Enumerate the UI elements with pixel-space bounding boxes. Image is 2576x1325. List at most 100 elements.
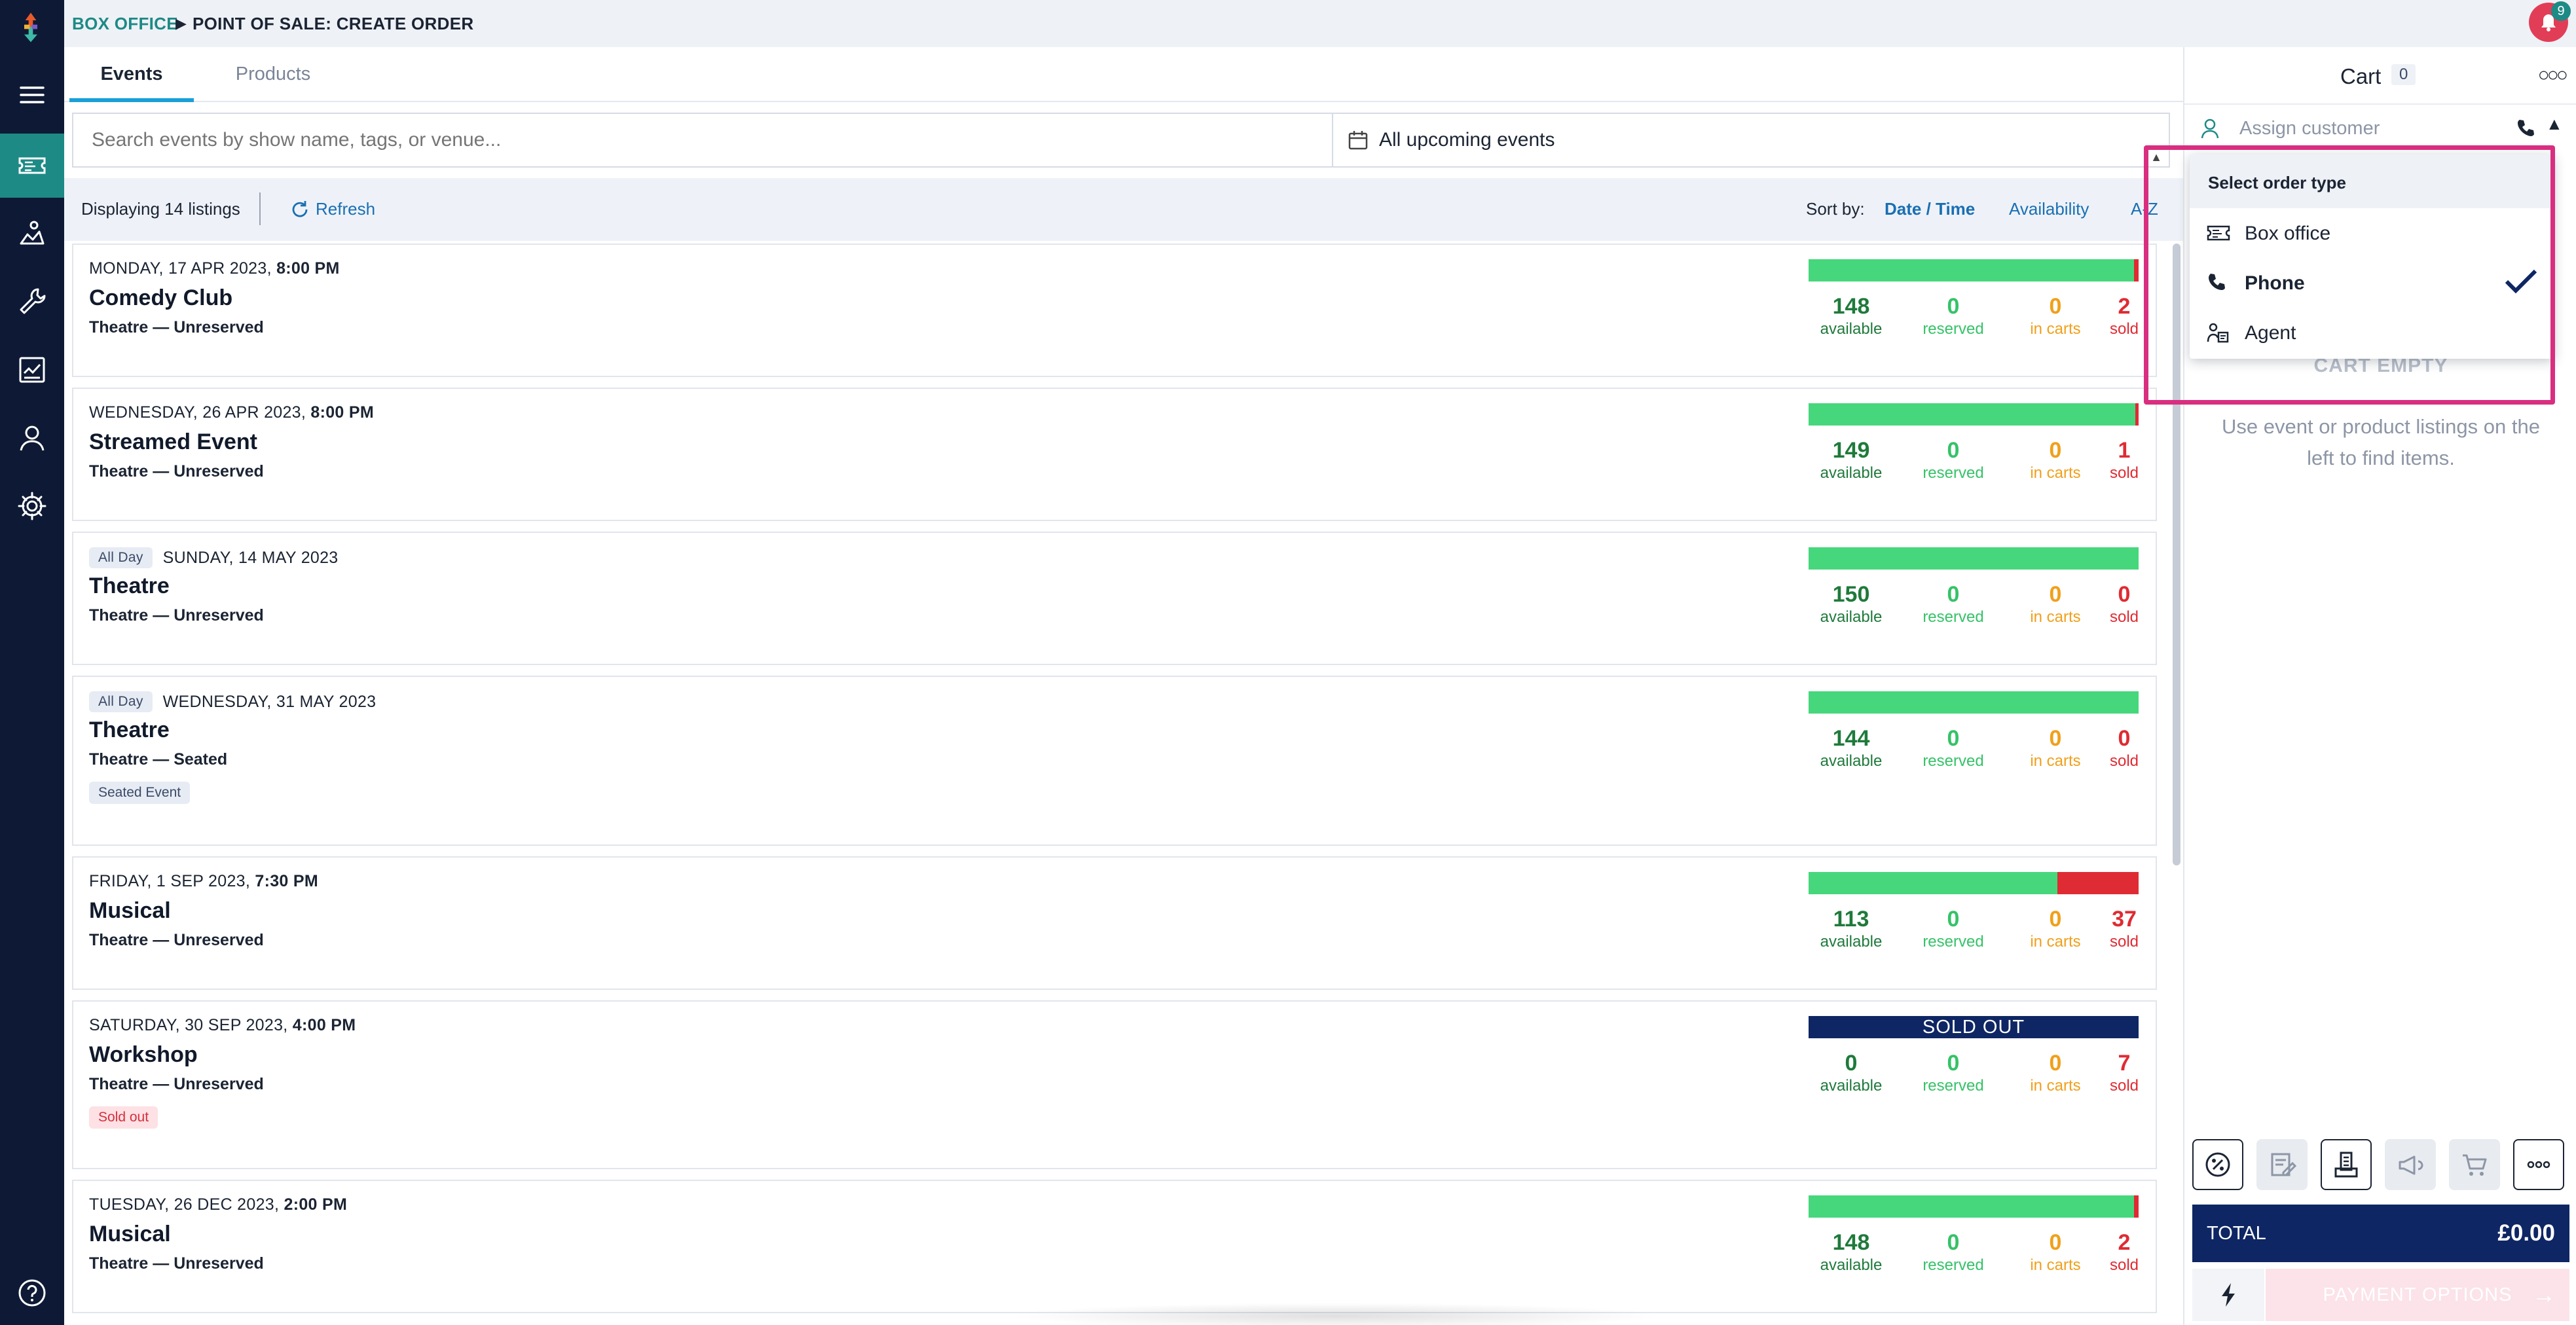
breadcrumb-separator-icon: ▶ [175,15,187,31]
stat-label: sold [2109,1077,2139,1095]
stat-label: sold [2109,752,2139,770]
event-card[interactable]: SATURDAY, 30 SEP 2023, 4:00 PM Workshop … [72,1000,2157,1169]
cart-title: Cart [2340,64,2382,88]
stat-label: reserved [1923,933,1984,951]
stat-value: 0 [1947,294,1960,319]
app-logo[interactable] [14,10,48,50]
event-time: 4:00 PM [292,1016,356,1034]
availability-bar: SOLD OUT [1809,1016,2139,1038]
notifications-button[interactable]: 9 [2529,1,2571,42]
event-date: SUNDAY, 14 MAY 2023 [162,549,339,567]
sold-bar-segment [2057,872,2139,894]
calendar-icon [1348,131,1368,150]
event-card[interactable]: TUESDAY, 26 DEC 2023, 2:00 PM Musical Th… [72,1180,2157,1313]
event-card[interactable]: FRIDAY, 1 SEP 2023, 7:30 PM Musical Thea… [72,856,2157,990]
payment-options-button[interactable]: PAYMENT OPTIONS → [2266,1269,2569,1321]
events-nav-icon[interactable] [0,202,64,266]
event-date: MONDAY, 17 APR 2023, [89,259,272,278]
stat-value: 0 [1947,1230,1960,1255]
order-type-caret-icon[interactable]: ▲ [2546,114,2563,134]
cart-total-bar: TOTAL £0.00 [2192,1205,2569,1262]
tab-products[interactable]: Products [211,47,335,102]
cart-action-toolbar [2192,1139,2575,1194]
event-date: SATURDAY, 30 SEP 2023, [89,1016,288,1034]
user-icon [2201,118,2219,139]
event-title: Theatre [89,573,170,598]
date-filter-select[interactable]: All upcoming events ▲ [1332,113,2170,168]
event-venue: Theatre — Unreserved [89,318,264,336]
stat-available: 0 available [1809,1050,1894,1096]
stat-value: 0 [2049,1230,2062,1255]
tools-nav-icon[interactable] [0,270,64,334]
promote-button[interactable] [2385,1139,2436,1190]
tab-events[interactable]: Events [69,47,194,102]
event-card[interactable]: MONDAY, 17 APR 2023, 8:00 PM Comedy Club… [72,244,2157,377]
stat-value: 0 [2049,438,2062,463]
breadcrumb-box-office[interactable]: BOX OFFICE [72,14,178,34]
stat-value: 148 [1832,294,1870,319]
event-stats: 150 available 0 reserved 0 in carts 0 sold [1809,581,2156,634]
event-stats: 0 available 0 reserved 0 in carts 7 sold [1809,1050,2156,1102]
stat-value: 2 [2118,1230,2131,1255]
lightning-icon [2222,1283,2235,1307]
stat-value: 0 [1947,1051,1960,1076]
total-value: £0.00 [2497,1220,2555,1246]
event-datetime: WEDNESDAY, 26 APR 2023, 8:00 PM [89,403,374,422]
sort-availability[interactable]: Availability [2009,199,2089,219]
stat-value: 0 [2049,907,2062,932]
stat-label: in carts [2030,933,2081,951]
event-card[interactable]: WEDNESDAY, 26 APR 2023, 8:00 PM Streamed… [72,388,2157,521]
help-icon[interactable] [0,1261,64,1325]
reports-nav-icon[interactable] [0,338,64,402]
phone-icon[interactable] [2516,118,2535,137]
notes-button[interactable] [2256,1139,2308,1190]
availability-bar [1809,1195,2139,1218]
stat-label: available [1820,752,1883,770]
discount-button[interactable] [2192,1139,2243,1190]
shopping-cart-icon [2463,1154,2487,1176]
refresh-label: Refresh [316,199,376,219]
stat-value: 0 [1947,438,1960,463]
box-office-nav-icon[interactable] [0,134,64,198]
event-venue: Theatre — Unreserved [89,931,264,949]
settings-nav-icon[interactable] [0,474,64,538]
listing-count: Displaying 14 listings [81,199,240,219]
cart-button[interactable] [2449,1139,2500,1190]
event-title: Streamed Event [89,429,257,454]
stat-value: 1 [2118,438,2131,463]
quick-pay-button[interactable] [2192,1269,2264,1321]
event-venue: Theatre — Unreserved [89,1075,264,1093]
print-tickets-button[interactable] [2321,1139,2372,1190]
stat-available: 149 available [1809,437,1894,483]
event-card[interactable]: All Day WEDNESDAY, 31 MAY 2023 Theatre Th… [72,676,2157,846]
event-title: Comedy Club [89,285,233,310]
event-datetime: MONDAY, 17 APR 2023, 8:00 PM [89,259,340,278]
more-actions-button[interactable] [2513,1139,2564,1190]
event-stats: 144 available 0 reserved 0 in carts 0 sold [1809,725,2156,778]
cart-more-icon[interactable]: ○○○ [2538,64,2568,86]
stat-sold: 2 sold [2097,1229,2152,1275]
event-venue: Theatre — Unreserved [89,462,264,481]
stat-value: 0 [2049,294,2062,319]
event-search-input[interactable] [72,113,1332,168]
customers-nav-icon[interactable] [0,406,64,470]
stat-reserved: 0 reserved [1911,1229,1996,1275]
megaphone-icon [2399,1155,2423,1175]
stat-available: 113 available [1809,906,1894,952]
stat-value: 144 [1832,726,1870,751]
stat-available: 148 available [1809,1229,1894,1275]
stat-sold: 0 sold [2097,581,2152,627]
stat-label: reserved [1923,608,1984,626]
stat-value: 0 [2118,726,2131,751]
sort-date-time[interactable]: Date / Time [1885,199,1975,219]
notification-count-badge: 9 [2551,1,2571,21]
refresh-button[interactable]: Refresh [289,199,375,220]
stat-reserved: 0 reserved [1911,581,1996,627]
assign-customer-placeholder: Assign customer [2239,118,2380,139]
event-stats: 113 available 0 reserved 0 in carts 37 sold [1809,906,2156,958]
stat-in-carts: 0 in carts [2013,293,2098,339]
annotation-highlight-box [2144,145,2555,405]
menu-icon[interactable] [0,63,64,127]
event-card[interactable]: All Day SUNDAY, 14 MAY 2023 Theatre Theat… [72,532,2157,665]
stat-available: 148 available [1809,293,1894,339]
